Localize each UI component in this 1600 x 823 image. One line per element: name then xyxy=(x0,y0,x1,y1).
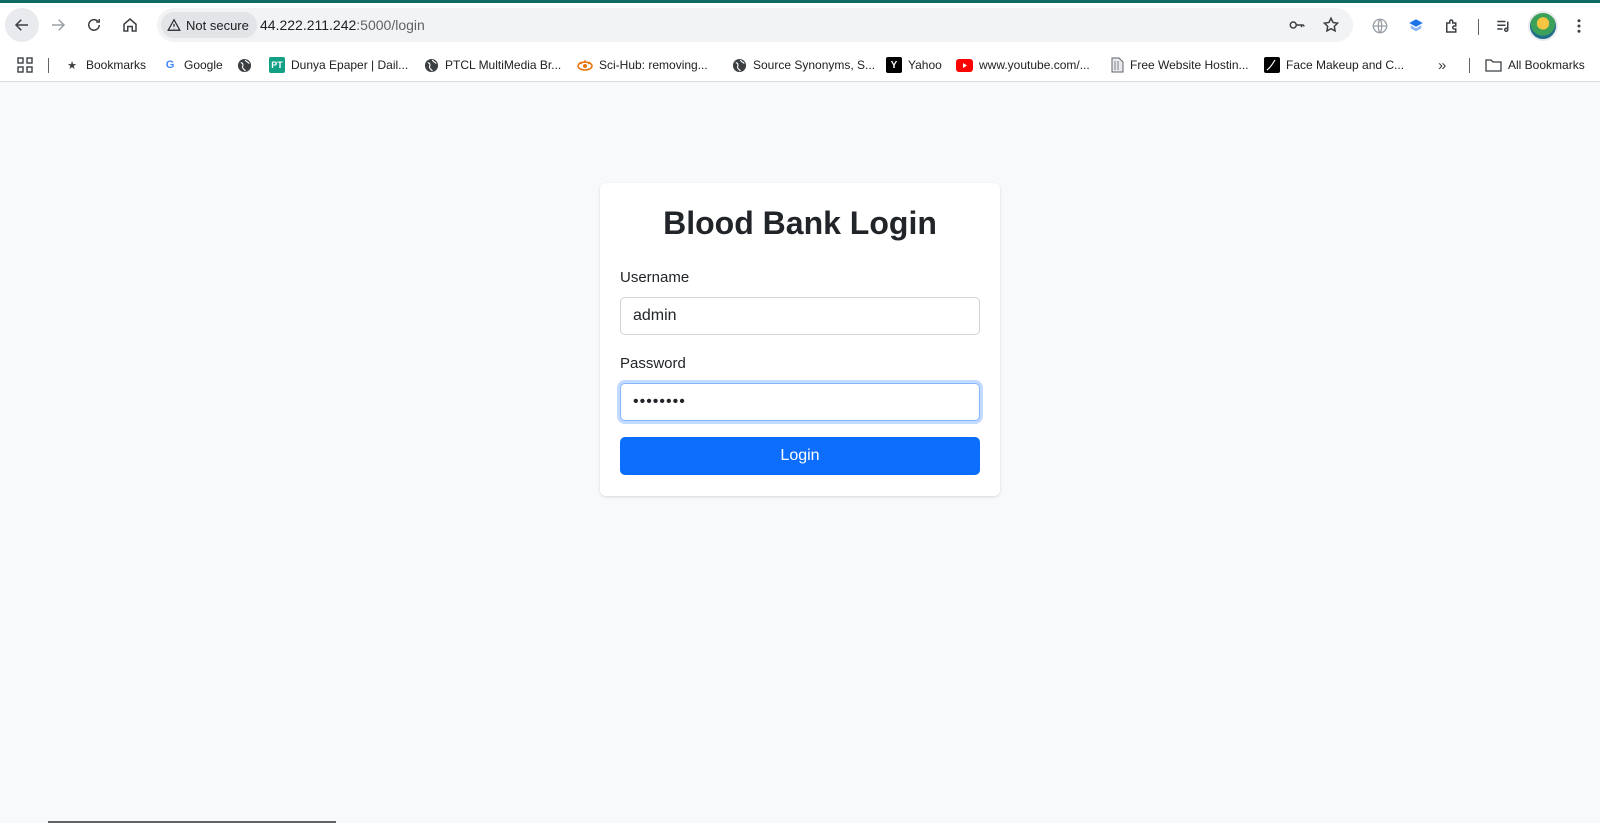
home-button[interactable] xyxy=(113,8,147,42)
media-queue-button[interactable] xyxy=(1493,15,1515,37)
google-icon: G xyxy=(165,59,175,71)
bookmark-star-button[interactable] xyxy=(1321,15,1341,35)
security-indicator[interactable]: Not secure xyxy=(161,12,257,38)
page-title: Blood Bank Login xyxy=(663,205,937,241)
bookmark-label: Face Makeup and C... xyxy=(1286,58,1405,72)
browser-toolbar: Not secure 44.222.211.242:5000/login xyxy=(0,3,1600,48)
address-bar[interactable]: Not secure 44.222.211.242:5000/login xyxy=(157,8,1353,42)
bookmark-item-scihub[interactable]: Sci-Hub: removing... xyxy=(577,48,708,82)
bookmark-label: Free Website Hostin... xyxy=(1130,58,1249,72)
login-button[interactable]: Login xyxy=(620,437,980,475)
bookmark-label: Yahoo xyxy=(908,58,942,72)
bookmark-item-face-makeup[interactable]: Face Makeup and C... xyxy=(1264,48,1404,82)
bookmark-label: PTCL MultiMedia Br... xyxy=(445,58,562,72)
warning-icon xyxy=(167,18,181,31)
folder-icon xyxy=(1485,59,1502,72)
reload-icon xyxy=(88,18,100,31)
password-label: Password xyxy=(620,355,686,372)
bookmark-item-free-hosting[interactable]: Free Website Hostin... xyxy=(1110,48,1249,82)
url-text[interactable]: 44.222.211.242:5000/login xyxy=(260,8,425,42)
bookmarks-divider xyxy=(48,58,49,73)
file-icon xyxy=(1111,57,1124,73)
youtube-icon xyxy=(956,58,973,72)
puzzle-icon xyxy=(1446,19,1457,33)
globe-icon xyxy=(424,58,439,72)
apps-button[interactable] xyxy=(17,48,33,82)
back-button[interactable] xyxy=(5,8,39,42)
password-key-button[interactable] xyxy=(1287,15,1307,35)
extensions-button[interactable] xyxy=(1441,15,1463,37)
bookmark-label: Google xyxy=(184,58,223,72)
browser-menu-button[interactable] xyxy=(1568,15,1590,37)
username-label: Username xyxy=(620,269,690,286)
login-card: Blood Bank Login Username Password Login xyxy=(600,183,1000,496)
key-icon xyxy=(1289,21,1305,29)
bookmarks-divider xyxy=(1469,58,1470,73)
all-bookmarks-button[interactable]: All Bookmarks xyxy=(1485,48,1585,82)
star-icon: ★ xyxy=(67,59,77,72)
pt-icon: PT xyxy=(269,57,285,73)
apps-grid-icon xyxy=(17,57,33,73)
bookmark-item-source-synonyms[interactable]: Source Synonyms, S... xyxy=(732,48,875,82)
extension-shield-icon xyxy=(1409,19,1423,32)
chevron-double-right-icon: » xyxy=(1438,56,1447,74)
home-icon xyxy=(123,18,137,32)
username-input[interactable] xyxy=(620,297,980,335)
reload-button[interactable] xyxy=(77,8,111,42)
bookmark-label: Bookmarks xyxy=(86,58,147,72)
back-arrow-icon xyxy=(14,19,28,31)
menu-dots-icon xyxy=(1577,19,1581,33)
translate-button[interactable] xyxy=(1369,15,1391,37)
forward-button[interactable] xyxy=(41,8,75,42)
url-host: 44.222.211.242 xyxy=(260,17,357,33)
bookmark-label: Sci-Hub: removing... xyxy=(599,58,708,72)
yahoo-icon: Y xyxy=(886,57,902,73)
bookmarks-bar: ★ Bookmarks G Google PT Dunya Epaper | D… xyxy=(0,48,1600,82)
bookmark-item-globe[interactable] xyxy=(237,48,252,82)
bookmark-item-youtube[interactable]: www.youtube.com/... xyxy=(956,48,1090,82)
star-icon xyxy=(1322,16,1340,33)
bookmarks-overflow-button[interactable]: » xyxy=(1438,48,1446,82)
face-makeup-icon xyxy=(1264,57,1280,73)
extension-shield-button[interactable] xyxy=(1405,15,1427,37)
bookmark-label: www.youtube.com/... xyxy=(979,58,1090,72)
bookmark-item-bookmarks[interactable]: ★ Bookmarks xyxy=(64,48,146,82)
bookmark-item-dunya[interactable]: PT Dunya Epaper | Dail... xyxy=(269,48,408,82)
translate-icon xyxy=(1372,18,1388,34)
profile-avatar[interactable] xyxy=(1528,11,1558,41)
toolbar-divider xyxy=(1478,19,1479,35)
bookmark-item-google[interactable]: G Google xyxy=(162,48,223,82)
globe-icon xyxy=(732,58,747,72)
scihub-icon xyxy=(577,60,593,71)
url-path: :5000/login xyxy=(356,17,425,33)
bookmark-item-yahoo[interactable]: Y Yahoo xyxy=(886,48,942,82)
bookmark-label: Dunya Epaper | Dail... xyxy=(291,58,409,72)
forward-arrow-icon xyxy=(52,19,66,31)
bookmark-item-ptcl[interactable]: PTCL MultiMedia Br... xyxy=(424,48,561,82)
media-queue-icon xyxy=(1497,20,1509,32)
globe-icon xyxy=(237,58,252,72)
bookmark-label: Source Synonyms, S... xyxy=(753,58,876,72)
security-label: Not secure xyxy=(186,17,249,33)
all-bookmarks-label: All Bookmarks xyxy=(1508,58,1585,72)
password-input[interactable] xyxy=(620,383,980,421)
